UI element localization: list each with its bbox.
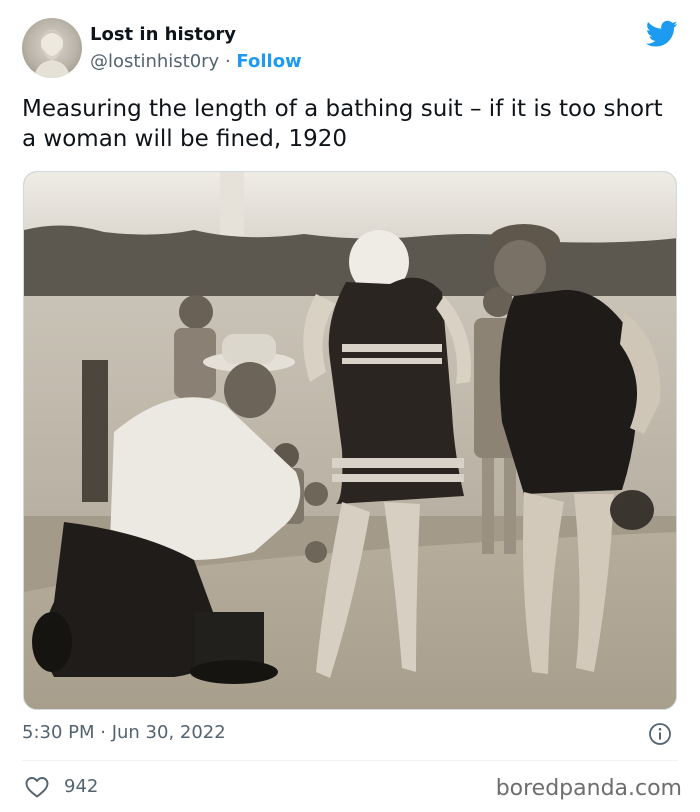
avatar[interactable]	[22, 18, 82, 78]
avatar-bust-image	[34, 30, 70, 78]
tweet-text: Measuring the length of a bathing suit –…	[22, 96, 663, 152]
watermark: boredpanda.com	[495, 776, 682, 801]
display-name[interactable]: Lost in history	[90, 24, 236, 45]
separator-dot: ·	[224, 51, 231, 72]
heart-icon[interactable]	[24, 775, 50, 799]
beach-photo	[24, 172, 676, 709]
follow-button[interactable]: Follow	[236, 51, 301, 72]
handle-row: @lostinhist0ry · Follow	[90, 51, 302, 72]
tweet-header: Lost in history @lostinhist0ry · Follow	[22, 18, 678, 80]
tweet-timestamp[interactable]: 5:30 PM · Jun 30, 2022	[22, 722, 226, 743]
like-count: 942	[64, 776, 99, 797]
info-icon[interactable]	[648, 722, 672, 746]
twitter-bird-icon[interactable]	[646, 20, 678, 48]
user-handle[interactable]: @lostinhist0ry	[90, 51, 219, 72]
tweet-photo[interactable]	[23, 171, 677, 710]
divider	[22, 760, 678, 761]
